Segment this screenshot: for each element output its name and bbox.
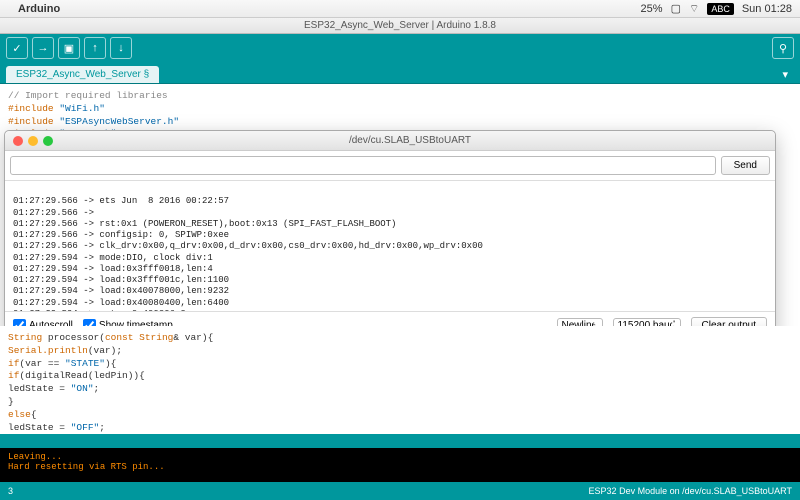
close-icon[interactable]: [13, 136, 23, 146]
window-title: ESP32_Async_Web_Server | Arduino 1.8.8: [304, 20, 496, 31]
console-line: Leaving...: [8, 452, 792, 462]
ide-console[interactable]: Leaving... Hard resetting via RTS pin...: [0, 448, 800, 482]
ide-message-bar: [0, 434, 800, 448]
magnifier-icon: ⚲: [779, 42, 787, 55]
chevron-down-icon: ▾: [782, 69, 788, 81]
clock[interactable]: Sun 01:28: [742, 3, 792, 15]
new-button[interactable]: ▣: [58, 37, 80, 59]
open-button[interactable]: ↑: [84, 37, 106, 59]
console-line: Hard resetting via RTS pin...: [8, 462, 792, 472]
app-name[interactable]: Arduino: [18, 3, 60, 15]
check-icon: ✓: [12, 42, 21, 55]
serial-send-button[interactable]: Send: [721, 156, 770, 175]
battery-icon: ▢: [671, 2, 681, 15]
wifi-icon[interactable]: ⌔: [689, 2, 699, 16]
file-icon: ▣: [64, 42, 74, 55]
arrow-down-icon: ↓: [118, 42, 124, 54]
serial-title: /dev/cu.SLAB_USBtoUART: [53, 135, 767, 146]
battery-indicator[interactable]: 25%: [641, 3, 663, 15]
serial-send-input[interactable]: [10, 156, 716, 175]
mac-menubar: Arduino 25% ▢ ⌔ ABC Sun 01:28: [0, 0, 800, 18]
serial-titlebar[interactable]: /dev/cu.SLAB_USBtoUART: [5, 131, 775, 151]
arrow-right-icon: →: [38, 42, 49, 54]
arrow-up-icon: ↑: [92, 42, 98, 54]
save-button[interactable]: ↓: [110, 37, 132, 59]
tabs-menu-button[interactable]: ▾: [776, 66, 794, 83]
status-line-number: 3: [8, 486, 13, 496]
zoom-icon[interactable]: [43, 136, 53, 146]
upload-button[interactable]: →: [32, 37, 54, 59]
code-editor-top[interactable]: // Import required libraries #include "W…: [0, 84, 800, 130]
editor-tabs: ESP32_Async_Web_Server § ▾: [0, 62, 800, 84]
serial-monitor-button[interactable]: ⚲: [772, 37, 794, 59]
serial-monitor-window: /dev/cu.SLAB_USBtoUART Send 01:27:29.566…: [4, 130, 776, 340]
ide-toolbar: ✓ → ▣ ↑ ↓ ⚲: [0, 34, 800, 62]
ide-status-bar: 3 ESP32 Dev Module on /dev/cu.SLAB_USBto…: [0, 482, 800, 500]
status-board-port: ESP32 Dev Module on /dev/cu.SLAB_USBtoUA…: [589, 486, 792, 496]
ide-titlebar: ESP32_Async_Web_Server | Arduino 1.8.8: [0, 18, 800, 34]
minimize-icon[interactable]: [28, 136, 38, 146]
input-source-badge[interactable]: ABC: [707, 3, 734, 15]
verify-button[interactable]: ✓: [6, 37, 28, 59]
serial-input-row: Send: [5, 151, 775, 181]
code-editor-mid[interactable]: String processor(const String& var){ Ser…: [0, 326, 800, 434]
tab-sketch[interactable]: ESP32_Async_Web_Server §: [6, 66, 159, 83]
serial-output[interactable]: 01:27:29.566 -> ets Jun 8 2016 00:22:57 …: [5, 181, 775, 311]
